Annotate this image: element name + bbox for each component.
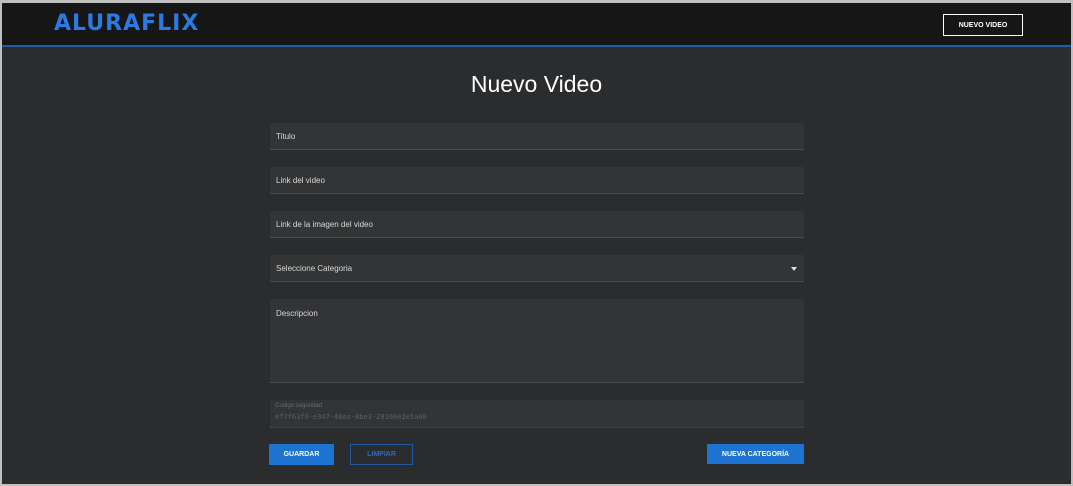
image-link-field-label: Link de la imagen del video: [276, 220, 373, 229]
description-textarea[interactable]: Descripcion: [270, 299, 804, 383]
top-header: ALURAFLIX NUEVO VIDEO: [2, 3, 1071, 47]
title-field[interactable]: Titulo: [270, 123, 804, 150]
app-window: ALURAFLIX NUEVO VIDEO Nuevo Video Titulo…: [2, 3, 1071, 484]
clear-button[interactable]: LIMPIAR: [350, 444, 413, 465]
category-select[interactable]: Seleccione Categoria: [270, 255, 804, 282]
category-select-label: Seleccione Categoria: [276, 264, 353, 273]
description-textarea-label: Descripcion: [276, 309, 318, 318]
security-code-label: Codigo seguridad: [275, 403, 323, 409]
video-link-field-label: Link del video: [276, 176, 325, 185]
new-category-button[interactable]: NUEVA CATEGORÍA: [707, 444, 804, 464]
chevron-down-icon: [791, 267, 797, 271]
new-video-button[interactable]: NUEVO VIDEO: [943, 14, 1023, 36]
security-code-field: Codigo seguridad ef7f63f9-e347-48ea-8be3…: [270, 400, 804, 428]
page-title: Nuevo Video: [470, 71, 603, 97]
aluraflix-logo[interactable]: ALURAFLIX: [54, 11, 199, 36]
security-code-value: ef7f63f9-e347-48ea-8be3-29100e2e5a00: [275, 413, 427, 421]
title-field-label: Titulo: [276, 132, 296, 141]
image-link-field[interactable]: Link de la imagen del video: [270, 211, 804, 238]
video-link-field[interactable]: Link del video: [270, 167, 804, 194]
save-button[interactable]: GUARDAR: [269, 444, 334, 465]
